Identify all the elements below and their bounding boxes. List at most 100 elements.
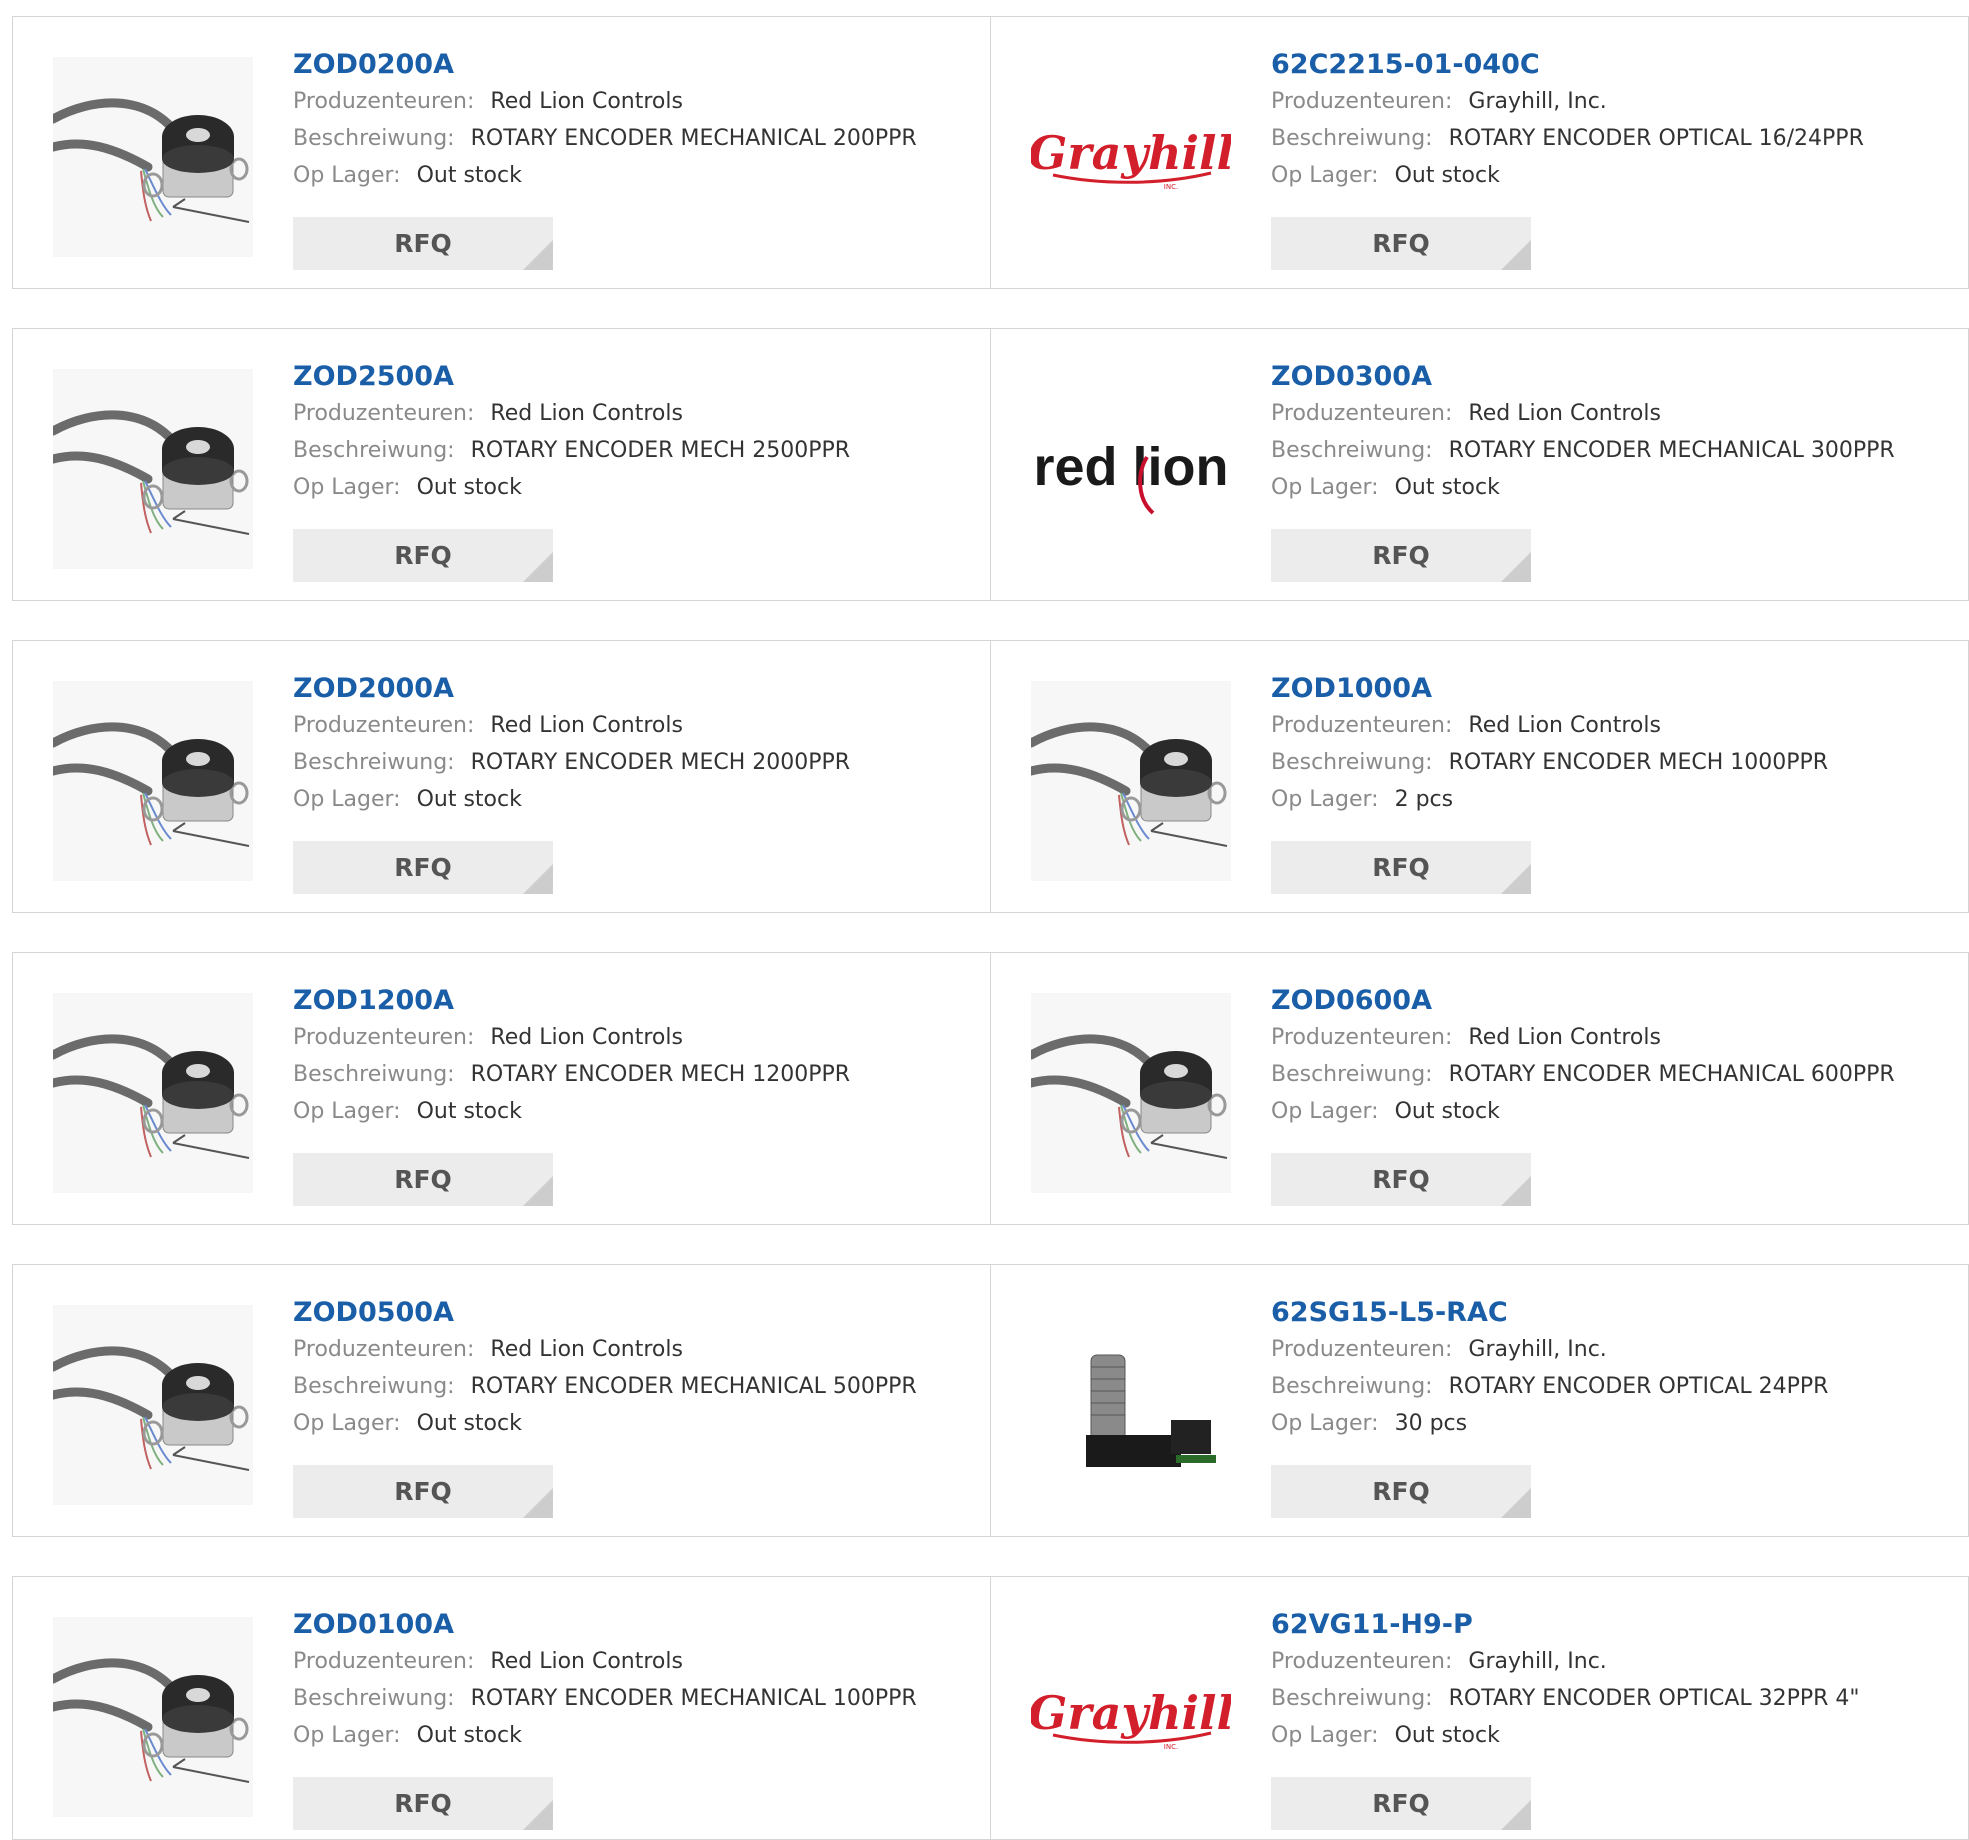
rfq-button[interactable]: RFQ <box>1271 1465 1531 1518</box>
description-label: Beschreiwung: <box>1271 1062 1433 1087</box>
rfq-button[interactable]: RFQ <box>1271 1153 1531 1206</box>
rfq-button[interactable]: RFQ <box>293 1153 553 1206</box>
description-value: ROTARY ENCODER MECHANICAL 200PPR <box>470 126 917 151</box>
description-line: Beschreiwung: ROTARY ENCODER MECHANICAL 1… <box>293 1680 980 1717</box>
manufacturer-line: Produzenteuren: Red Lion Controls <box>293 83 980 120</box>
part-number-link[interactable]: 62C2215-01-040C <box>1271 47 1960 83</box>
product-info: 62SG15-L5-RAC Produzenteuren: Grayhill, In… <box>1271 1295 1960 1442</box>
stock-label: Op Lager: <box>1271 787 1379 812</box>
description-value: ROTARY ENCODER OPTICAL 32PPR 4" <box>1448 1686 1860 1711</box>
part-number-link[interactable]: ZOD0100A <box>293 1607 980 1643</box>
rfq-button[interactable]: RFQ <box>293 1777 553 1830</box>
description-value: ROTARY ENCODER MECHANICAL 500PPR <box>470 1374 917 1399</box>
stock-value: Out stock <box>1394 163 1500 188</box>
product-row: ZOD1200A Produzenteuren: Red Lion Controls… <box>12 952 1969 1225</box>
encoder-product-image[interactable] <box>53 57 253 257</box>
stock-value: Out stock <box>416 163 522 188</box>
description-label: Beschreiwung: <box>1271 1686 1433 1711</box>
stock-line: Op Lager: Out stock <box>293 781 980 818</box>
grayhill-logo[interactable]: Grayhill INC. <box>1031 57 1231 257</box>
rfq-corner-decoration <box>523 1176 553 1206</box>
part-number-link[interactable]: ZOD2500A <box>293 359 980 395</box>
rfq-button[interactable]: RFQ <box>293 1465 553 1518</box>
product-row: ZOD0500A Produzenteuren: Red Lion Controls… <box>12 1264 1969 1537</box>
product-info: ZOD2000A Produzenteuren: Red Lion Controls… <box>293 671 980 818</box>
product-info: ZOD0200A Produzenteuren: Red Lion Controls… <box>293 47 980 194</box>
encoder-product-image[interactable] <box>53 369 253 569</box>
part-number-link[interactable]: ZOD1000A <box>1271 671 1960 707</box>
part-number-link[interactable]: ZOD0600A <box>1271 983 1960 1019</box>
manufacturer-line: Produzenteuren: Grayhill, Inc. <box>1271 1331 1960 1368</box>
stock-line: Op Lager: Out stock <box>293 469 980 506</box>
encoder-product-image[interactable] <box>1031 681 1231 881</box>
product-info: ZOD1200A Produzenteuren: Red Lion Controls… <box>293 983 980 1130</box>
stock-value: Out stock <box>1394 475 1500 500</box>
description-value: ROTARY ENCODER MECH 1200PPR <box>470 1062 851 1087</box>
rfq-button[interactable]: RFQ <box>293 841 553 894</box>
rfq-button-label: RFQ <box>394 1477 452 1506</box>
stock-line: Op Lager: Out stock <box>293 1717 980 1754</box>
rfq-button[interactable]: RFQ <box>293 529 553 582</box>
stock-label: Op Lager: <box>293 1411 401 1436</box>
description-line: Beschreiwung: ROTARY ENCODER OPTICAL 24PP… <box>1271 1368 1960 1405</box>
manufacturer-line: Produzenteuren: Grayhill, Inc. <box>1271 1643 1960 1680</box>
rfq-button[interactable]: RFQ <box>1271 1777 1531 1830</box>
description-line: Beschreiwung: ROTARY ENCODER MECH 2000PPR <box>293 744 980 781</box>
rfq-corner-decoration <box>1501 552 1531 582</box>
stock-value: Out stock <box>416 1411 522 1436</box>
manufacturer-line: Produzenteuren: Red Lion Controls <box>1271 395 1960 432</box>
shaft-encoder-product-image[interactable] <box>1031 1305 1231 1505</box>
rfq-button-label: RFQ <box>1372 229 1430 258</box>
description-line: Beschreiwung: ROTARY ENCODER OPTICAL 16/2… <box>1271 120 1960 157</box>
description-value: ROTARY ENCODER OPTICAL 16/24PPR <box>1448 126 1864 151</box>
rfq-button[interactable]: RFQ <box>1271 841 1531 894</box>
encoder-product-image[interactable] <box>53 1617 253 1817</box>
rfq-button[interactable]: RFQ <box>1271 217 1531 270</box>
svg-text:INC.: INC. <box>1164 183 1178 191</box>
description-line: Beschreiwung: ROTARY ENCODER OPTICAL 32PP… <box>1271 1680 1960 1717</box>
rfq-corner-decoration <box>523 552 553 582</box>
rfq-corner-decoration <box>1501 1176 1531 1206</box>
product-info: 62C2215-01-040C Produzenteuren: Grayhill, … <box>1271 47 1960 194</box>
stock-line: Op Lager: Out stock <box>293 1093 980 1130</box>
stock-label: Op Lager: <box>1271 1099 1379 1124</box>
stock-label: Op Lager: <box>1271 475 1379 500</box>
rfq-button-label: RFQ <box>394 853 452 882</box>
part-number-link[interactable]: ZOD1200A <box>293 983 980 1019</box>
part-number-link[interactable]: ZOD0200A <box>293 47 980 83</box>
grayhill-logo[interactable]: Grayhill INC. <box>1031 1617 1231 1817</box>
rfq-corner-decoration <box>523 240 553 270</box>
description-value: ROTARY ENCODER MECHANICAL 600PPR <box>1448 1062 1895 1087</box>
product-card: ZOD1000A Produzenteuren: Red Lion Controls… <box>991 641 1969 912</box>
description-value: ROTARY ENCODER MECHANICAL 300PPR <box>1448 438 1895 463</box>
manufacturer-label: Produzenteuren: <box>293 1337 475 1362</box>
part-number-link[interactable]: 62VG11-H9-P <box>1271 1607 1960 1643</box>
red-lion-logo[interactable]: red lion <box>1031 369 1231 569</box>
encoder-product-image[interactable] <box>53 1305 253 1505</box>
manufacturer-line: Produzenteuren: Red Lion Controls <box>293 1331 980 1368</box>
manufacturer-value: Red Lion Controls <box>1468 713 1661 738</box>
product-card: ZOD2000A Produzenteuren: Red Lion Controls… <box>13 641 990 912</box>
encoder-product-image[interactable] <box>53 993 253 1193</box>
rfq-button[interactable]: RFQ <box>293 217 553 270</box>
description-label: Beschreiwung: <box>293 1686 455 1711</box>
description-label: Beschreiwung: <box>1271 750 1433 775</box>
part-number-link[interactable]: ZOD2000A <box>293 671 980 707</box>
part-number-link[interactable]: ZOD0500A <box>293 1295 980 1331</box>
manufacturer-label: Produzenteuren: <box>293 89 475 114</box>
manufacturer-label: Produzenteuren: <box>1271 89 1453 114</box>
rfq-button-label: RFQ <box>394 229 452 258</box>
encoder-product-image[interactable] <box>53 681 253 881</box>
manufacturer-value: Red Lion Controls <box>490 713 683 738</box>
product-row: ZOD0100A Produzenteuren: Red Lion Controls… <box>12 1576 1969 1840</box>
product-card: Grayhill INC. 62C2215-01-040C Produzenteure… <box>991 17 1969 288</box>
stock-label: Op Lager: <box>293 1099 401 1124</box>
encoder-product-image[interactable] <box>1031 993 1231 1193</box>
manufacturer-label: Produzenteuren: <box>1271 713 1453 738</box>
manufacturer-label: Produzenteuren: <box>293 1649 475 1674</box>
description-line: Beschreiwung: ROTARY ENCODER MECH 1200PPR <box>293 1056 980 1093</box>
part-number-link[interactable]: 62SG15-L5-RAC <box>1271 1295 1960 1331</box>
product-row: ZOD2500A Produzenteuren: Red Lion Controls… <box>12 328 1969 601</box>
rfq-button[interactable]: RFQ <box>1271 529 1531 582</box>
part-number-link[interactable]: ZOD0300A <box>1271 359 1960 395</box>
